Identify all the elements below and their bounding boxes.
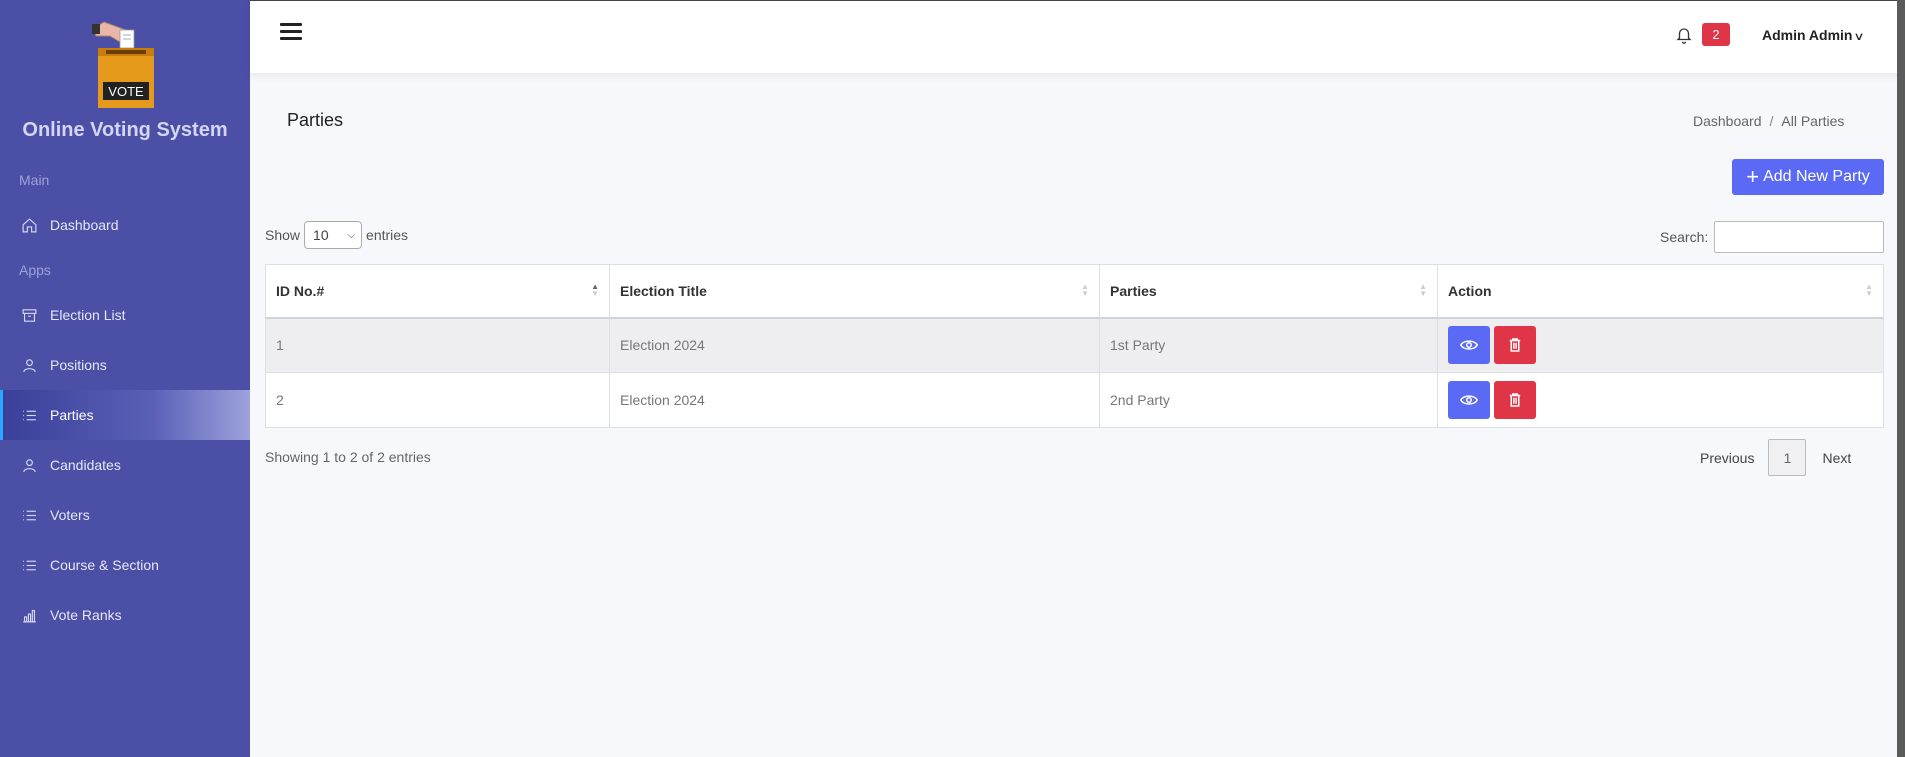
column-header-parties[interactable]: Parties ▲ ▼ bbox=[1099, 264, 1438, 319]
sidebar-item-label: Dashboard bbox=[50, 217, 119, 233]
sort-icon: ▲ ▼ bbox=[1081, 282, 1089, 298]
logo-area: VOTE Online Voting System bbox=[0, 0, 250, 150]
entries-select[interactable]: 10 ⌵ bbox=[304, 221, 363, 249]
svg-text:VOTE: VOTE bbox=[108, 84, 144, 99]
pagination: Previous 1 Next bbox=[1700, 439, 1851, 476]
table-header-row: ID No.# ▲ ▼ Election Title ▲ ▼ Parties ▲ ▼ Act… bbox=[265, 264, 1884, 319]
plus-icon: + bbox=[1746, 164, 1760, 189]
entries-length-control: Show 10 ⌵ entries bbox=[265, 221, 408, 249]
next-page-button[interactable]: Next bbox=[1822, 450, 1851, 466]
entries-label: entries bbox=[366, 227, 409, 243]
window-edge bbox=[1897, 0, 1905, 757]
user-icon bbox=[20, 456, 38, 474]
notification-badge: 2 bbox=[1702, 23, 1730, 46]
list-icon bbox=[20, 406, 38, 424]
view-button[interactable] bbox=[1448, 381, 1490, 419]
sidebar-item-positions[interactable]: Positions bbox=[0, 340, 250, 390]
sidebar-item-label: Voters bbox=[50, 507, 90, 523]
column-header-id[interactable]: ID No.# ▲ ▼ bbox=[265, 264, 610, 319]
user-name: Admin Admin bbox=[1762, 27, 1853, 43]
bell-icon[interactable] bbox=[1675, 25, 1693, 45]
breadcrumb-current: All Parties bbox=[1781, 113, 1845, 129]
chevron-down-icon: ⌵ bbox=[347, 229, 356, 241]
section-label-apps: Apps bbox=[19, 262, 51, 278]
sidebar-item-election-list[interactable]: Election List bbox=[0, 290, 250, 340]
column-header-election-title[interactable]: Election Title ▲ ▼ bbox=[609, 264, 1100, 319]
sort-icon: ▲ ▼ bbox=[1865, 282, 1873, 298]
sidebar-item-course-section[interactable]: Course & Section bbox=[0, 540, 250, 590]
cell-election-title: Election 2024 bbox=[609, 372, 1100, 428]
cell-party: 1st Party bbox=[1099, 317, 1438, 373]
menu-toggle-icon[interactable] bbox=[280, 23, 302, 41]
breadcrumb-dashboard-link[interactable]: Dashboard bbox=[1693, 113, 1762, 129]
breadcrumb: Dashboard / All Parties bbox=[1693, 113, 1845, 129]
user-icon bbox=[20, 356, 38, 374]
column-header-action[interactable]: Action ▲ ▼ bbox=[1437, 264, 1884, 319]
cell-party: 2nd Party bbox=[1099, 372, 1438, 428]
eye-icon bbox=[1460, 395, 1478, 405]
app-title: Online Voting System bbox=[22, 119, 228, 141]
archive-icon bbox=[20, 306, 38, 324]
page-1-button[interactable]: 1 bbox=[1768, 439, 1807, 476]
search-label: Search: bbox=[1660, 229, 1709, 245]
sidebar-item-label: Course & Section bbox=[50, 557, 159, 573]
eye-icon bbox=[1460, 340, 1478, 350]
top-header: 2 Admin Admin∨ bbox=[250, 0, 1905, 73]
table-row: 1 Election 2024 1st Party bbox=[265, 317, 1884, 373]
sidebar-item-dashboard[interactable]: Dashboard bbox=[0, 200, 250, 250]
previous-page-button[interactable]: Previous bbox=[1700, 450, 1754, 466]
trash-icon bbox=[1509, 338, 1521, 352]
sidebar-item-label: Parties bbox=[50, 407, 94, 423]
table-info: Showing 1 to 2 of 2 entries bbox=[265, 449, 431, 465]
list-icon bbox=[20, 556, 38, 574]
sort-icon: ▲ ▼ bbox=[1419, 282, 1427, 298]
sort-icon: ▲ ▼ bbox=[591, 282, 599, 298]
sidebar-item-voters[interactable]: Voters bbox=[0, 490, 250, 540]
vote-box-logo: VOTE bbox=[92, 21, 154, 108]
sidebar-item-parties[interactable]: Parties bbox=[0, 390, 250, 440]
delete-button[interactable] bbox=[1494, 381, 1536, 419]
sidebar-item-label: Candidates bbox=[50, 457, 121, 473]
add-new-party-button[interactable]: + Add New Party bbox=[1732, 159, 1884, 195]
home-icon bbox=[20, 216, 38, 234]
view-button[interactable] bbox=[1448, 326, 1490, 365]
sidebar-item-label: Election List bbox=[50, 307, 126, 323]
bar-chart-icon bbox=[20, 606, 38, 624]
sidebar-item-vote-ranks[interactable]: Vote Ranks bbox=[0, 590, 250, 640]
delete-button[interactable] bbox=[1494, 326, 1536, 365]
cell-election-title: Election 2024 bbox=[609, 317, 1100, 373]
page-title: Parties bbox=[287, 110, 344, 130]
cell-actions bbox=[1437, 372, 1884, 428]
table-search: Search: bbox=[1660, 221, 1885, 253]
section-label-main: Main bbox=[19, 172, 50, 188]
sidebar-item-label: Positions bbox=[50, 357, 107, 373]
parties-table: ID No.# ▲ ▼ Election Title ▲ ▼ Parties ▲ ▼ Act… bbox=[265, 264, 1884, 428]
table-row: 2 Election 2024 2nd Party bbox=[265, 372, 1884, 428]
sidebar-item-label: Vote Ranks bbox=[50, 607, 122, 623]
cell-id: 1 bbox=[265, 317, 610, 373]
cell-actions bbox=[1437, 317, 1884, 373]
user-menu[interactable]: Admin Admin∨ bbox=[1762, 27, 1866, 43]
search-input[interactable] bbox=[1714, 221, 1885, 253]
chevron-down-icon: ∨ bbox=[1853, 31, 1866, 43]
list-icon bbox=[20, 506, 38, 524]
cell-id: 2 bbox=[265, 372, 610, 428]
add-button-label: Add New Party bbox=[1763, 168, 1870, 185]
trash-icon bbox=[1509, 393, 1521, 407]
sidebar-item-candidates[interactable]: Candidates bbox=[0, 440, 250, 490]
sidebar: VOTE Online Voting System Main Dashboard… bbox=[0, 0, 250, 757]
show-label: Show bbox=[265, 227, 301, 243]
